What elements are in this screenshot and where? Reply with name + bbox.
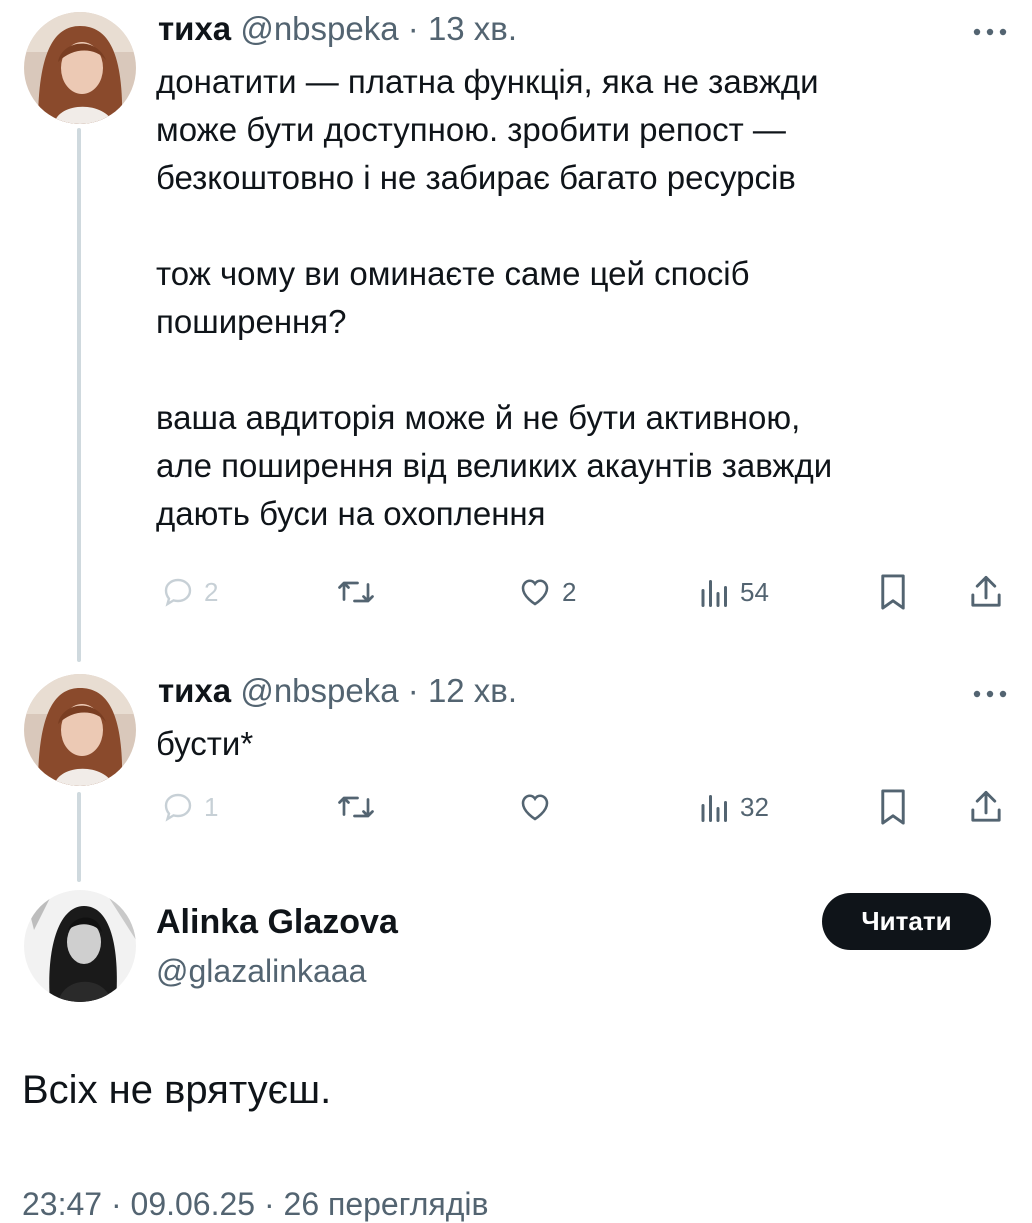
separator: · xyxy=(407,10,419,47)
bookmark-icon xyxy=(881,789,905,825)
bookmark-icon xyxy=(881,574,905,610)
display-name[interactable]: тиха xyxy=(158,672,231,709)
follow-button[interactable]: Читати xyxy=(822,893,991,950)
share-icon xyxy=(971,790,1001,822)
thread-line xyxy=(77,128,81,662)
avatar[interactable] xyxy=(24,12,136,124)
reply-icon xyxy=(164,578,192,607)
reply-count: 1 xyxy=(204,791,219,822)
display-name[interactable]: тиха xyxy=(158,10,231,47)
tweet-text: Всіх не врятуєш. xyxy=(22,1068,332,1112)
reply-count: 2 xyxy=(204,576,219,607)
separator: · xyxy=(407,672,419,709)
like-count: 2 xyxy=(562,576,577,607)
user-display-name[interactable]: Alinka Glazova xyxy=(156,903,398,942)
bookmark-button[interactable] xyxy=(878,788,908,826)
user-handle[interactable]: @glazalinkaaa xyxy=(156,953,366,990)
handle[interactable]: @nbspeka xyxy=(240,10,398,47)
like-button[interactable]: 2 xyxy=(516,574,576,610)
more-icon[interactable] xyxy=(972,24,1008,36)
avatar[interactable] xyxy=(24,890,136,1002)
retweet-icon xyxy=(338,796,374,818)
handle[interactable]: @nbspeka xyxy=(240,672,398,709)
tweet-header: тиха @nbspeka · 13 хв. xyxy=(158,10,517,48)
views-button[interactable]: 32 xyxy=(698,789,769,825)
views-button[interactable]: 54 xyxy=(698,574,769,610)
bookmark-button[interactable] xyxy=(878,573,908,611)
views-count: 32 xyxy=(740,791,769,822)
reply-button[interactable]: 1 xyxy=(160,789,218,825)
share-button[interactable] xyxy=(968,573,1004,611)
tweet-text: донатити — платна функція, яка не завжди… xyxy=(156,63,833,532)
like-icon xyxy=(521,794,549,821)
timestamp[interactable]: 12 хв. xyxy=(428,672,517,709)
tweet-header: тиха @nbspeka · 12 хв. xyxy=(158,672,517,710)
retweet-button[interactable] xyxy=(336,789,376,825)
share-icon xyxy=(971,575,1001,607)
more-icon[interactable] xyxy=(972,686,1008,698)
views-icon xyxy=(701,580,727,607)
share-button[interactable] xyxy=(968,788,1004,826)
tweet-text: бусти* xyxy=(156,725,254,762)
views-icon xyxy=(701,795,727,822)
retweet-icon xyxy=(338,581,374,603)
avatar[interactable] xyxy=(24,674,136,786)
like-icon xyxy=(521,579,549,606)
retweet-button[interactable] xyxy=(336,574,376,610)
like-button[interactable] xyxy=(516,789,562,825)
tweet-meta: 23:47 · 09.06.25 · 26 переглядів xyxy=(22,1186,489,1222)
timestamp[interactable]: 13 хв. xyxy=(428,10,517,47)
views-count: 54 xyxy=(740,576,769,607)
reply-button[interactable]: 2 xyxy=(160,574,218,610)
thread-line xyxy=(77,792,81,882)
reply-icon xyxy=(164,793,192,822)
